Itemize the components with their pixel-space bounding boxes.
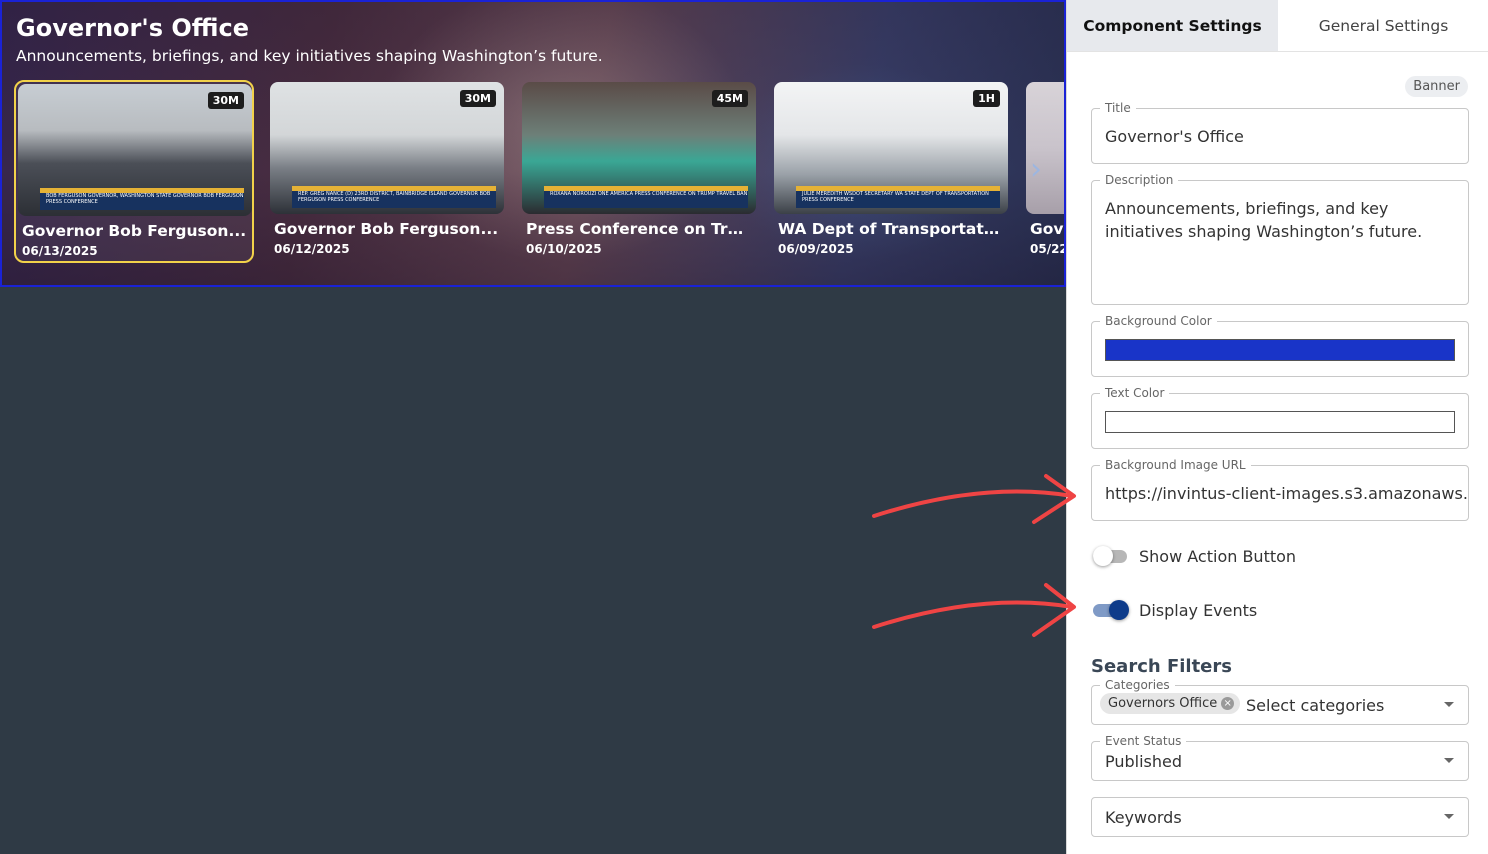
- event-card-date: 05/22/: [1030, 242, 1064, 256]
- show-action-button-toggle[interactable]: [1093, 545, 1127, 567]
- event-card-date: 06/09/2025: [778, 242, 854, 256]
- categories-select[interactable]: Categories Governors Office × Select cat…: [1091, 678, 1469, 725]
- display-events-toggle[interactable]: [1093, 599, 1129, 621]
- title-input[interactable]: Governor's Office: [1105, 127, 1456, 146]
- event-card-title: Press Conference on Trum...: [526, 220, 752, 238]
- categories-label: Categories: [1100, 678, 1175, 692]
- chevron-down-icon[interactable]: [1444, 814, 1454, 819]
- description-input[interactable]: Announcements, briefings, and key initia…: [1105, 197, 1456, 243]
- duration-badge: 1H: [973, 90, 1000, 107]
- event-thumbnail: REP. GREG NANCE (D) 23RD DISTRICT, BAINB…: [270, 82, 504, 214]
- background-image-url-input[interactable]: https://invintus-client-images.s3.amazon…: [1105, 484, 1468, 503]
- search-filters-heading: Search Filters: [1091, 656, 1232, 677]
- show-action-button-label: Show Action Button: [1139, 546, 1297, 566]
- keywords-placeholder[interactable]: Keywords: [1105, 808, 1456, 827]
- event-card-title: Gove: [1030, 220, 1064, 238]
- annotation-arrow: [872, 474, 1076, 524]
- tab-general-settings[interactable]: General Settings: [1278, 0, 1488, 51]
- remove-chip-icon[interactable]: ×: [1221, 697, 1235, 710]
- keywords-select[interactable]: Keywords: [1091, 797, 1469, 837]
- event-card[interactable]: JULIE MEREDITH WSDOT SECRETARY WA STATE …: [772, 80, 1012, 263]
- event-card-title: Governor Bob Ferguson...: [22, 222, 247, 240]
- event-status-select[interactable]: Event Status Published: [1091, 734, 1469, 781]
- background-color-field[interactable]: Background Color: [1091, 314, 1469, 377]
- event-thumbnail: ROXANA NOROUZI ONE AMERICA PRESS CONFERE…: [522, 82, 756, 214]
- duration-badge: 45M: [711, 90, 748, 107]
- event-thumbnail: BOB FERGUSON GOVERNOR, WASHINGTON STATE …: [18, 84, 252, 216]
- component-type-badge: Banner: [1405, 76, 1468, 97]
- show-action-button-row: Show Action Button: [1093, 545, 1296, 567]
- chevron-down-icon[interactable]: [1444, 702, 1454, 707]
- event-status-label: Event Status: [1100, 734, 1187, 748]
- background-color-label: Background Color: [1100, 314, 1217, 328]
- categories-placeholder[interactable]: Select categories: [1246, 696, 1456, 715]
- chevron-right-icon[interactable]: ›: [1030, 152, 1042, 187]
- title-label: Title: [1100, 101, 1136, 115]
- event-card-title: Governor Bob Ferguson...: [274, 220, 499, 238]
- description-field[interactable]: Description Announcements, briefings, an…: [1091, 173, 1469, 305]
- settings-tabs: Component Settings General Settings: [1067, 0, 1488, 52]
- chevron-down-icon[interactable]: [1444, 758, 1454, 763]
- category-chip-label: Governors Office: [1108, 696, 1218, 711]
- event-card[interactable]: REP. GREG NANCE (D) 23RD DISTRICT, BAINB…: [268, 80, 508, 263]
- lower-third: JULIE MEREDITH WSDOT SECRETARY WA STATE …: [796, 186, 1000, 208]
- settings-panel: Component Settings General Settings Bann…: [1066, 0, 1488, 854]
- event-card-title: WA Dept of Transportation...: [778, 220, 1004, 238]
- banner-preview: Governor's Office Announcements, briefin…: [0, 0, 1066, 287]
- duration-badge: 30M: [459, 90, 496, 107]
- duration-badge: 30M: [207, 92, 244, 109]
- event-card-date: 06/12/2025: [274, 242, 350, 256]
- background-image-url-label: Background Image URL: [1100, 458, 1251, 472]
- text-color-label: Text Color: [1100, 386, 1170, 400]
- event-card[interactable]: ROXANA NOROUZI ONE AMERICA PRESS CONFERE…: [520, 80, 760, 263]
- background-color-swatch[interactable]: [1105, 339, 1455, 361]
- event-card-date: 06/13/2025: [22, 244, 98, 258]
- text-color-field[interactable]: Text Color: [1091, 386, 1469, 449]
- event-status-value[interactable]: Published: [1105, 752, 1456, 771]
- lower-third: ROXANA NOROUZI ONE AMERICA PRESS CONFERE…: [544, 186, 748, 208]
- annotation-arrow: [872, 583, 1076, 637]
- event-thumbnail: [1026, 82, 1064, 214]
- text-color-swatch[interactable]: [1105, 411, 1455, 433]
- event-card-date: 06/10/2025: [526, 242, 602, 256]
- event-thumbnail: JULIE MEREDITH WSDOT SECRETARY WA STATE …: [774, 82, 1008, 214]
- background-image-url-field[interactable]: Background Image URL https://invintus-cl…: [1091, 458, 1469, 521]
- description-label: Description: [1100, 173, 1179, 187]
- tab-component-settings[interactable]: Component Settings: [1067, 0, 1278, 51]
- event-card[interactable]: BOB FERGUSON GOVERNOR, WASHINGTON STATE …: [14, 80, 254, 263]
- title-field[interactable]: Title Governor's Office: [1091, 101, 1469, 164]
- lower-third: BOB FERGUSON GOVERNOR, WASHINGTON STATE …: [40, 188, 244, 210]
- banner-description: Announcements, briefings, and key initia…: [16, 47, 603, 65]
- category-chip: Governors Office ×: [1100, 693, 1241, 714]
- banner-title: Governor's Office: [16, 14, 250, 42]
- lower-third: REP. GREG NANCE (D) 23RD DISTRICT, BAINB…: [292, 186, 496, 208]
- display-events-row: Display Events: [1093, 599, 1257, 621]
- display-events-label: Display Events: [1139, 600, 1258, 620]
